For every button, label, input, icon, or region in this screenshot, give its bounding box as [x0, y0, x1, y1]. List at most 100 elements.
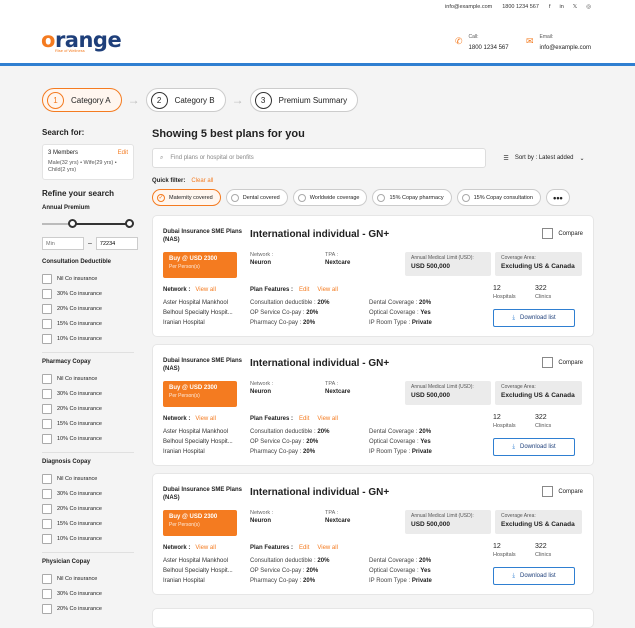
arrow-right-icon: →: [127, 93, 140, 107]
checkbox-option[interactable]: 20% Co insurance: [42, 301, 134, 316]
edit-features-link[interactable]: Edit: [299, 287, 309, 293]
tpa-field: TPA : Nextcare: [325, 510, 351, 524]
download-list-button[interactable]: ⤓ Download list: [493, 309, 575, 327]
chip-dental[interactable]: Dental covered: [225, 189, 288, 206]
clinic-count: 322 Clinics: [535, 543, 552, 558]
call-label: Call:: [468, 34, 479, 40]
email-contact[interactable]: ✉ Email: info@example.com: [526, 34, 591, 51]
instagram-icon[interactable]: ◎: [586, 4, 591, 10]
step-category-b[interactable]: 2 Category B: [145, 88, 226, 112]
compare-checkbox[interactable]: Compare: [542, 228, 583, 239]
phone-icon: ✆: [455, 36, 463, 46]
plan-card: Dubai Insurance SME Plans (NAS) Internat…: [152, 473, 594, 595]
download-list-button[interactable]: ⤓ Download list: [493, 438, 575, 456]
checkbox-option[interactable]: 10% Co insurance: [42, 331, 134, 346]
mail-icon: ✉: [526, 36, 534, 46]
hospital-list: Aster Hospital Mankhool Belhoul Specialty…: [163, 429, 233, 455]
premium-range-slider[interactable]: [42, 217, 134, 231]
max-premium-input[interactable]: [95, 237, 138, 250]
hospital-list: Aster Hospital Mankhool Belhoul Specialty…: [163, 558, 233, 584]
plan-name[interactable]: International individual - GN+: [250, 229, 389, 240]
check-icon: ✓: [157, 193, 165, 202]
checkbox-option[interactable]: 15% Co insurance: [42, 516, 134, 531]
features-col-1: Consultation deductible : 20% OP Service…: [250, 300, 330, 326]
step-label: Premium Summary: [278, 95, 348, 105]
clear-all-link[interactable]: Clear all: [191, 178, 213, 184]
min-premium-input[interactable]: [42, 237, 84, 250]
view-all-network-link[interactable]: View all: [195, 287, 216, 293]
coverage-area-box: Coverage Area: Excluding US & Canada: [495, 510, 582, 534]
linkedin-icon[interactable]: in: [559, 4, 563, 10]
sort-dropdown[interactable]: ☰ Sort by : Latest added ⌄: [494, 148, 594, 168]
view-all-network-link[interactable]: View all: [195, 416, 216, 422]
plan-name[interactable]: International individual - GN+: [250, 358, 389, 369]
checkbox-option[interactable]: 30% Co insurance: [42, 586, 134, 601]
site-header: orange Rise of Wellness ✆ Call: 1800 123…: [0, 14, 635, 66]
tpa-field: TPA : Nextcare: [325, 381, 351, 395]
checkbox-option[interactable]: Nil Co insurance: [42, 371, 134, 386]
call-value: 1800 1234 567: [468, 45, 509, 51]
edit-members-link[interactable]: Edit: [118, 150, 128, 156]
chip-copay-consultation[interactable]: 15% Copay consultation: [456, 189, 541, 206]
checkbox-option[interactable]: 15% Co insurance: [42, 316, 134, 331]
x-icon[interactable]: 𝕏: [573, 4, 577, 10]
checkbox-option[interactable]: Nil Co insurance: [42, 271, 134, 286]
buy-button[interactable]: Buy @ USD 2300 Per Person(s): [163, 510, 237, 536]
edit-features-link[interactable]: Edit: [299, 545, 309, 551]
download-icon: ⤓: [512, 572, 515, 579]
checkbox-option[interactable]: 30% Co insurance: [42, 286, 134, 301]
buy-button[interactable]: Buy @ USD 2300 Per Person(s): [163, 252, 237, 278]
hospital-count: 12 Hospitals: [493, 285, 516, 300]
checkbox-option[interactable]: 10% Co insurance: [42, 531, 134, 546]
view-all-features-link[interactable]: View all: [317, 287, 338, 293]
checkbox-option[interactable]: 20% Co insurance: [42, 601, 134, 616]
step-number: 2: [150, 91, 168, 109]
features-col-2: Dental Coverage : 20% Optical Coverage :…: [369, 300, 432, 326]
email-value: info@example.com: [539, 45, 591, 51]
top-bar: info@example.com 1800 1234 567 f in 𝕏 ◎: [0, 0, 635, 14]
plan-search-input[interactable]: ⌕ Find plans or hospital or benfits: [152, 148, 486, 168]
checkbox-option[interactable]: 20% Co insurance: [42, 501, 134, 516]
topbar-phone[interactable]: 1800 1234 567: [502, 4, 539, 10]
step-category-a[interactable]: 1 Category A: [42, 88, 122, 112]
checkbox-option[interactable]: Nil Co insurance: [42, 571, 134, 586]
search-icon: ⌕: [160, 154, 164, 161]
annual-limit-box: Annual Medical Limit (USD): USD 500,000: [405, 252, 491, 276]
compare-checkbox[interactable]: Compare: [542, 357, 583, 368]
edit-features-link[interactable]: Edit: [299, 416, 309, 422]
group-title: Physician Copay: [42, 559, 91, 565]
checkbox-option[interactable]: Nil Co insurance: [42, 471, 134, 486]
topbar-email[interactable]: info@example.com: [445, 4, 492, 10]
consultation-deductible-group: Consultation Deductible Nil Co insurance…: [42, 259, 134, 346]
checkbox-option[interactable]: 30% Co insurance: [42, 386, 134, 401]
view-all-features-link[interactable]: View all: [317, 416, 338, 422]
call-contact[interactable]: ✆ Call: 1800 1234 567: [455, 34, 509, 51]
annual-limit-box: Annual Medical Limit (USD): USD 500,000: [405, 381, 491, 405]
hospital-count: 12 Hospitals: [493, 414, 516, 429]
buy-button[interactable]: Buy @ USD 2300 Per Person(s): [163, 381, 237, 407]
chip-worldwide[interactable]: Worldwide coverage: [292, 189, 368, 206]
clinic-count: 322 Clinics: [535, 285, 552, 300]
plan-name[interactable]: International individual - GN+: [250, 487, 389, 498]
checkbox-option[interactable]: 30% Co insurance: [42, 486, 134, 501]
checkbox-option[interactable]: 15% Co insurance: [42, 416, 134, 431]
coverage-area-box: Coverage Area: Excluding US & Canada: [495, 252, 582, 276]
download-list-button[interactable]: ⤓ Download list: [493, 567, 575, 585]
checkbox-option[interactable]: 10% Co insurance: [42, 431, 134, 446]
chip-maternity[interactable]: ✓ Maternity covered: [152, 189, 221, 206]
view-all-features-link[interactable]: View all: [317, 545, 338, 551]
range-min-handle[interactable]: [68, 219, 77, 228]
view-all-network-link[interactable]: View all: [195, 545, 216, 551]
chip-copay-pharmacy[interactable]: 15% Copay pharmacy: [372, 189, 452, 206]
checkbox-option[interactable]: 20% Co insurance: [42, 401, 134, 416]
facebook-icon[interactable]: f: [549, 4, 551, 10]
more-filters-button[interactable]: •••: [545, 189, 570, 206]
compare-checkbox[interactable]: Compare: [542, 486, 583, 497]
range-max-handle[interactable]: [125, 219, 134, 228]
network-heading: Network : View all: [163, 545, 216, 551]
features-col-2: Dental Coverage : 20% Optical Coverage :…: [369, 429, 432, 455]
chevron-down-icon: ⌄: [579, 155, 585, 162]
logo-tagline: Rise of Wellness: [55, 48, 85, 53]
features-col-2: Dental Coverage : 20% Optical Coverage :…: [369, 558, 432, 584]
step-premium-summary[interactable]: 3 Premium Summary: [249, 88, 359, 112]
